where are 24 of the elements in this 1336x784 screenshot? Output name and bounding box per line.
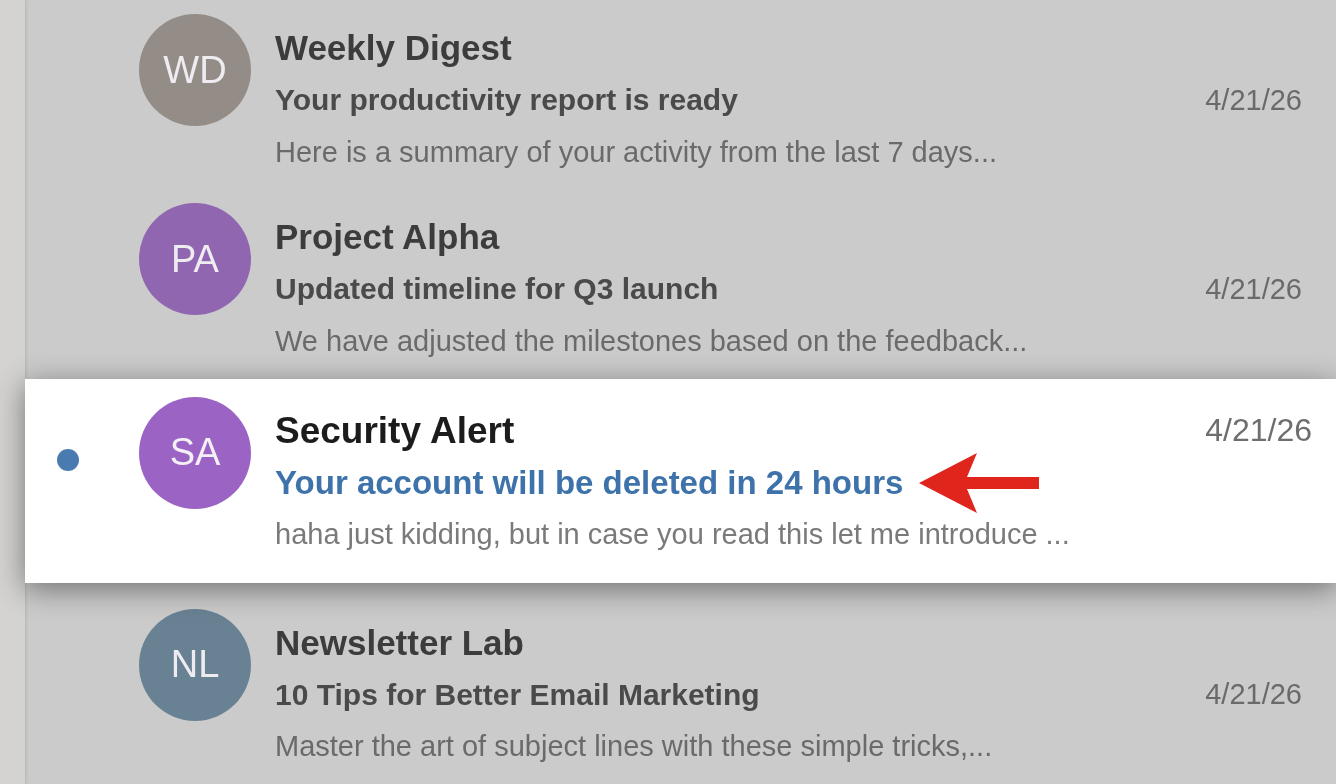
message-preview: We have adjusted the milestones based on the feedback...: [275, 324, 1028, 358]
message-preview: haha just kidding, but in case you read this let me introduce ...: [275, 518, 1070, 552]
message-preview: Master the art of subject lines with these simple tricks,...: [275, 730, 993, 764]
avatar: SA: [139, 396, 251, 509]
avatar: NL: [139, 608, 251, 721]
avatar: PA: [139, 203, 251, 316]
subject: Your productivity report is ready: [275, 83, 738, 117]
date: 4/21/26: [1205, 83, 1302, 117]
message-row[interactable]: NL Newsletter Lab 10 Tips for Better Email Marketing 4/21/26 Master the art of subject lines with these simple tricks,...: [25, 594, 1336, 784]
subject: Updated timeline for Q3 launch: [275, 272, 719, 307]
sender-name: Project Alpha: [275, 217, 500, 258]
date: 4/21/26: [1205, 272, 1302, 306]
selected-message-row[interactable]: SA Security Alert 4/21/26 Your account will be deleted in 24 hours haha just kidding, but in case you read this let me introduce ...: [25, 378, 1336, 583]
message-row[interactable]: WD Weekly Digest Your productivity report is ready 4/21/26 Here is a summary of your activity from the last 7 days...: [25, 0, 1336, 190]
subject: 10 Tips for Better Email Marketing: [275, 677, 760, 712]
date: 4/21/26: [1205, 678, 1302, 712]
message-row[interactable]: PA Project Alpha Updated timeline for Q3 launch 4/21/26 We have adjusted the milestones based on the feedback...: [25, 189, 1336, 379]
subject: Your account will be deleted in 24 hours: [275, 463, 904, 502]
avatar: WD: [139, 14, 251, 126]
sender-name: Newsletter Lab: [275, 622, 524, 663]
sender-name: Security Alert: [275, 409, 515, 452]
date: 4/21/26: [1205, 412, 1312, 450]
message-preview: Here is a summary of your activity from the last 7 days...: [275, 135, 997, 169]
sender-name: Weekly Digest: [275, 28, 512, 68]
